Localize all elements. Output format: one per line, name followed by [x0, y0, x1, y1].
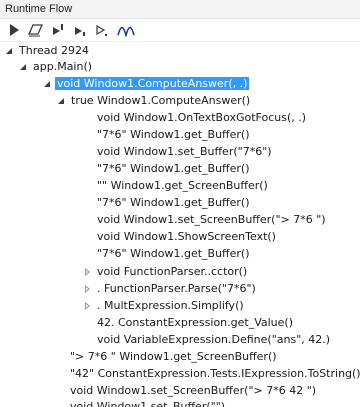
tree-row[interactable]: 42. ConstantExpression.get_Value() — [97, 315, 293, 331]
tree-row-label: "7*6" Window1.get_Buffer() — [97, 128, 250, 141]
tree-row[interactable]: "7*6" Window1.get_Buffer() — [97, 161, 250, 177]
window-title: Runtime Flow — [5, 3, 73, 15]
tree-row[interactable]: void Window1.ShowScreenText() — [97, 229, 276, 245]
tree-row-label: "> 7*6 " Window1.get_ScreenBuffer() — [70, 350, 277, 363]
flow-button[interactable] — [116, 22, 136, 38]
tree-expanded-toggle-icon[interactable] — [58, 93, 67, 109]
tree-row-label: void Window1.set_Buffer("7*6") — [97, 145, 272, 158]
run-button[interactable] — [6, 22, 22, 38]
step-out-icon — [96, 24, 107, 36]
run-icon — [10, 24, 19, 36]
tree-row[interactable]: "" Window1.get_ScreenBuffer() — [97, 178, 268, 194]
tree-collapsed-toggle-icon[interactable] — [84, 264, 93, 280]
tree-row-label: true Window1.ComputeAnswer() — [71, 94, 251, 107]
step-into-button[interactable] — [72, 22, 88, 38]
tree-row-label: "7*6" Window1.get_Buffer() — [97, 196, 250, 209]
tree-row[interactable]: void VariableExpression.Define("ans", 42… — [97, 332, 330, 348]
tree-row-label: void Window1.OnTextBoxGotFocus(, .) — [97, 111, 307, 124]
tree-row[interactable]: "7*6" Window1.get_Buffer() — [97, 195, 250, 211]
tree-row-label: "7*6" Window1.get_Buffer() — [97, 162, 250, 175]
tree-row[interactable]: . MultExpression.Simplify() — [84, 298, 244, 314]
tree-row-label: 42. ConstantExpression.get_Value() — [97, 316, 294, 329]
tree-collapsed-toggle-icon[interactable] — [84, 298, 93, 314]
tree-row-label: . MultExpression.Simplify() — [97, 299, 244, 312]
tree-row[interactable]: void Window1.set_ScreenBuffer("> 7*6 42 … — [70, 383, 316, 399]
tree-row[interactable]: . FunctionParser.Parse("7*6") — [84, 281, 256, 297]
step-into-icon — [75, 27, 85, 36]
tree-row-label: void Window1.set_Buffer("") — [70, 400, 226, 407]
tree-collapsed-toggle-icon[interactable] — [84, 281, 93, 297]
tree-row-label: void VariableExpression.Define("ans", 42… — [97, 333, 331, 346]
step-over-icon — [53, 24, 63, 35]
tree-row[interactable]: void Window1.set_ScreenBuffer("> 7*6 ") — [97, 212, 326, 228]
clear-icon — [28, 24, 44, 37]
tree-row-label-selected: void Window1.ComputeAnswer(, .) — [55, 77, 250, 90]
tree-row-label: "" Window1.get_ScreenBuffer() — [97, 179, 268, 192]
tree-row-label: void FunctionParser..cctor() — [97, 265, 248, 278]
tree-row[interactable]: void FunctionParser..cctor() — [84, 264, 247, 280]
tree-row-label: "7*6" Window1.get_Buffer() — [97, 247, 250, 260]
runtime-flow-tree[interactable]: Thread 2924 app.Main() void Window1.Comput… — [0, 43, 360, 407]
tree-row[interactable]: true Window1.ComputeAnswer() — [58, 93, 250, 109]
tree-row[interactable]: void Window1.ComputeAnswer(, .) — [44, 76, 250, 92]
tree-row[interactable]: Thread 2924 — [6, 43, 89, 59]
toolbar — [0, 20, 360, 42]
tree-row-label: "42" ConstantExpression.Tests.IExpressio… — [70, 367, 360, 380]
tree-expanded-toggle-icon[interactable] — [44, 76, 53, 92]
tree-row-label: void Window1.set_ScreenBuffer("> 7*6 42 … — [70, 384, 317, 397]
tree-row-label: app.Main() — [33, 60, 93, 73]
tree-row-label: void Window1.ShowScreenText() — [97, 230, 276, 243]
tree-row-label: void Window1.set_ScreenBuffer("> 7*6 ") — [97, 213, 326, 226]
tree-row[interactable]: app.Main() — [20, 59, 92, 75]
tree-expanded-toggle-icon[interactable] — [20, 59, 29, 75]
tree-row[interactable]: "7*6" Window1.get_Buffer() — [97, 127, 250, 143]
tree-row[interactable]: "> 7*6 " Window1.get_ScreenBuffer() — [70, 349, 277, 365]
tree-expanded-toggle-icon[interactable] — [6, 43, 15, 59]
tree-row[interactable]: "7*6" Window1.get_Buffer() — [97, 246, 250, 262]
tree-row[interactable]: void Window1.OnTextBoxGotFocus(, .) — [97, 110, 306, 126]
clear-button[interactable] — [28, 22, 44, 38]
flow-icon — [117, 26, 135, 37]
step-over-button[interactable] — [50, 22, 66, 38]
tree-row[interactable]: void Window1.set_Buffer("") — [70, 399, 225, 407]
tree-row[interactable]: void Window1.set_Buffer("7*6") — [97, 144, 272, 160]
tree-row[interactable]: "42" ConstantExpression.Tests.IExpressio… — [70, 366, 360, 382]
tree-row-label: . FunctionParser.Parse("7*6") — [97, 282, 256, 295]
window-titlebar: Runtime Flow — [0, 0, 360, 19]
tree-row-label: Thread 2924 — [19, 44, 89, 57]
step-out-button[interactable] — [94, 22, 110, 38]
